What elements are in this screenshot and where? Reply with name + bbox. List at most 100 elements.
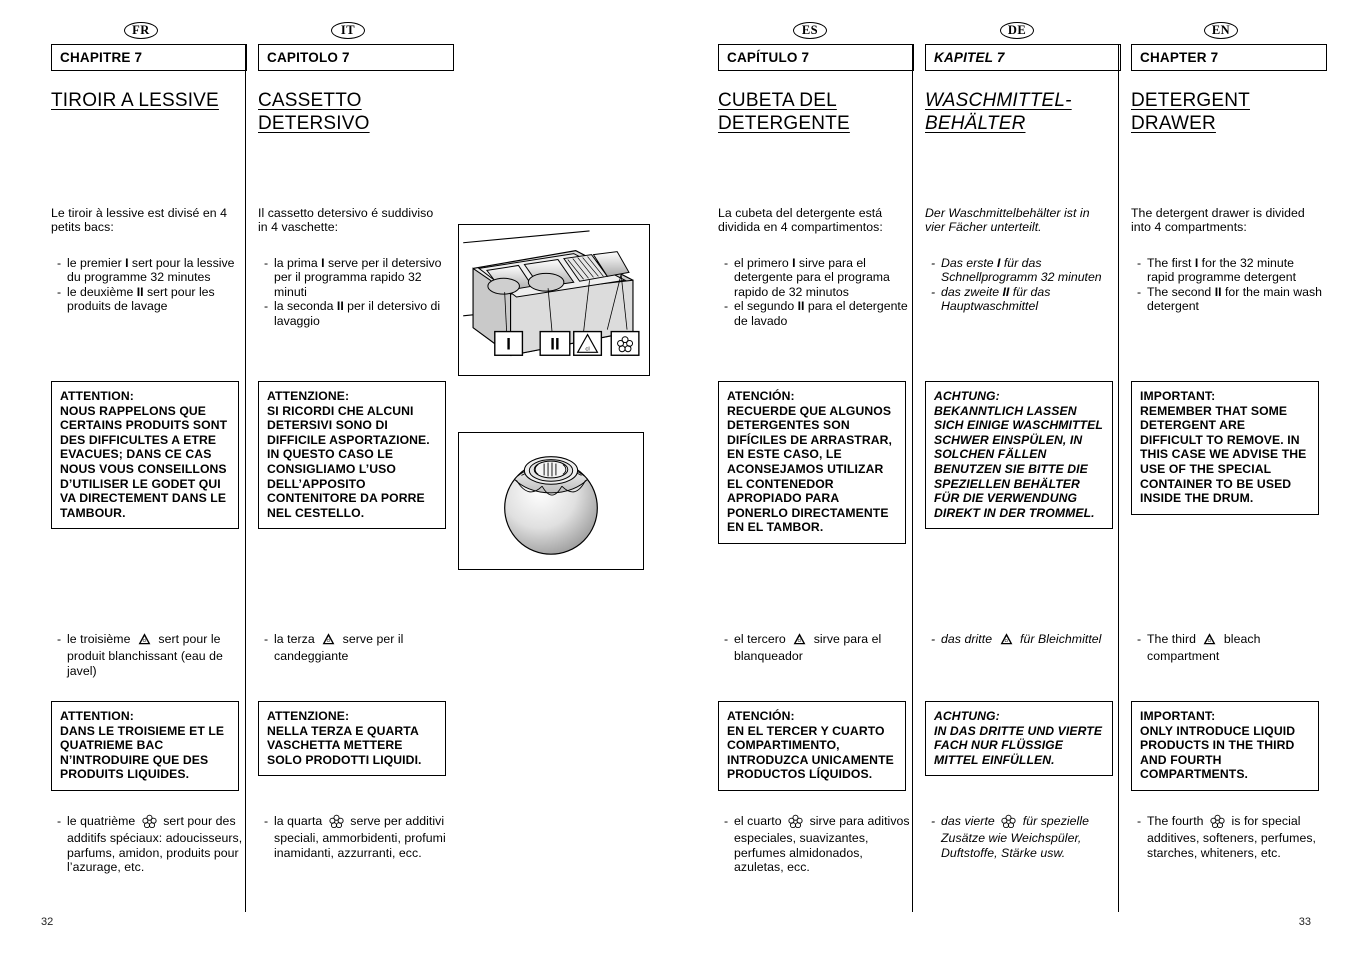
svg-text:II: II	[550, 334, 559, 353]
chapter-heading-it: CAPITOLO 7	[258, 44, 454, 71]
bullet-text: das dritte cl für Bleichmittel	[941, 632, 1117, 649]
list-item: - The third cl bleach compartment	[1131, 632, 1323, 664]
bullet-dash: -	[57, 632, 62, 646]
warning-title: IMPORTANT:	[1140, 709, 1216, 723]
language-column-de: KAPITEL 7 WASCHMITTEL-BEHÄLTER Der Wasch…	[912, 44, 1121, 912]
warning-body: IN DAS DRITTE UND VIERTE FACH NUR FLÜSSI…	[934, 723, 1103, 767]
language-column-en: CHAPTER 7 DETERGENT DRAWER The detergent…	[1118, 44, 1327, 912]
bullet-dash: -	[1137, 256, 1142, 270]
flower-icon	[142, 814, 157, 831]
intro-text-fr: Le tiroir à lessive est divisé en 4 peti…	[51, 206, 228, 235]
third-compartment-text-it: - la terza cl serve per il candeggiante	[258, 632, 450, 664]
list-item: - The first I for the 32 minute rapid pr…	[1131, 256, 1323, 285]
bullet-dash: -	[724, 814, 729, 828]
bullet-text: le quatrième sert pour des additifs spéc…	[67, 814, 243, 875]
bullet-dash: -	[264, 632, 269, 646]
manual-spread-page: FR IT ES DE EN CHAPITRE 7 TIROIR A LESSI…	[0, 0, 1351, 954]
bullet-dash: -	[724, 299, 729, 314]
page-number-right: 33	[1298, 916, 1311, 928]
flower-icon	[788, 814, 803, 831]
list-item: - el cuarto sirve para aditivos especial…	[718, 814, 910, 875]
bullet-dash: -	[931, 256, 936, 270]
third-compartment-text-fr: - le troisième cl sert pour le produit b…	[51, 632, 243, 678]
section-title-de: WASCHMITTEL-BEHÄLTER	[925, 90, 1072, 134]
bullet-list-fr: - le premier I sert pour la lessive du p…	[51, 256, 243, 314]
chapter-heading-de: KAPITEL 7	[925, 44, 1121, 71]
bleach-triangle-icon: cl	[792, 632, 807, 649]
third-compartment-text-es: - el tercero cl sirve para el blanqueado…	[718, 632, 910, 664]
bullet-text: das zweite II für das Hauptwaschmittel	[941, 284, 1051, 314]
bullet-text: el primero I sirve para el detergente pa…	[734, 256, 890, 299]
warning-title: ACHTUNG:	[934, 389, 1000, 403]
warning-box-1-de: ACHTUNG: BEKANNTLICH LASSEN SICH EINIGE …	[925, 381, 1113, 530]
svg-text:cl: cl	[798, 638, 802, 644]
bullet-text: The second II for the main wash detergen…	[1147, 284, 1323, 314]
warning-body: NOUS RAPPELONS QUE CERTAINS PRODUITS SON…	[60, 403, 228, 520]
warning-title: ATENCIÓN:	[727, 389, 795, 403]
bleach-triangle-icon: cl	[1202, 632, 1217, 649]
list-item: - das zweite II für das Hauptwaschmittel	[925, 285, 1117, 314]
bullet-dash: -	[1137, 284, 1142, 299]
bullet-text: la terza cl serve per il candeggiante	[274, 632, 404, 664]
bullet-text: el segundo II para el detergente de lava…	[734, 299, 908, 328]
intro-text-de: Der Waschmittelbehälter ist in vier Fäch…	[925, 206, 1090, 235]
flag-badge-es: ES	[793, 22, 827, 39]
bullet-list-de: - Das erste I für das Schnellprogramm 32…	[925, 256, 1117, 314]
flower-icon	[1001, 814, 1016, 831]
detergent-dispenser-ball-illustration	[458, 432, 644, 570]
list-item: - le premier I sert pour la lessive du p…	[51, 256, 243, 285]
bullet-text: el tercero cl sirve para el blanqueador	[734, 632, 882, 664]
warning-box-2-de: ACHTUNG: IN DAS DRITTE UND VIERTE FACH N…	[925, 701, 1113, 777]
svg-text:cl: cl	[143, 638, 147, 644]
list-item: - le quatrième sert pour des additifs sp…	[51, 814, 243, 875]
bullet-dash: -	[931, 814, 936, 828]
svg-text:cl: cl	[1208, 638, 1212, 644]
bullet-text: la quarta serve per additivi speciali, a…	[274, 814, 446, 860]
bullet-text: la seconda II per il detersivo di lavagg…	[274, 299, 441, 328]
bullet-text: le troisième cl sert pour le produit bla…	[67, 632, 223, 678]
warning-body: DANS LE TROISIEME ET LE QUATRIEME BAC N’…	[60, 723, 225, 782]
list-item: - la seconda II per il detersivo di lava…	[258, 299, 450, 328]
language-column-fr: CHAPITRE 7 TIROIR A LESSIVE Le tiroir à …	[51, 44, 247, 912]
warning-body: BEKANNTLICH LASSEN SICH EINIGE WASCHMITT…	[934, 403, 1103, 520]
warning-body: NELLA TERZA E QUARTA VASCHETTA METTERE S…	[267, 723, 422, 767]
svg-text:cl: cl	[327, 638, 331, 644]
bullet-dash: -	[264, 256, 269, 270]
bullet-text: la prima I serve per il detersivo per il…	[274, 256, 442, 299]
list-item: - The fourth is for special additives, s…	[1131, 814, 1323, 860]
flag-badge-it: IT	[331, 22, 365, 39]
intro-text-es: La cubeta del detergente está dividida e…	[718, 206, 883, 235]
fourth-compartment-text-en: - The fourth is for special additives, s…	[1131, 814, 1323, 860]
illustration-column: I II cl	[458, 44, 654, 912]
list-item: - das dritte cl für Bleichmittel	[925, 632, 1117, 649]
svg-text:cl: cl	[585, 346, 589, 352]
fourth-compartment-text-fr: - le quatrième sert pour des additifs sp…	[51, 814, 243, 875]
intro-text-en: The detergent drawer is divided into 4 c…	[1131, 206, 1305, 235]
flag-badge-en: EN	[1204, 22, 1238, 39]
bullet-text: le premier I sert pour la lessive du pro…	[67, 256, 235, 285]
bullet-dash: -	[57, 284, 62, 299]
bullet-text: The fourth is for special additives, sof…	[1147, 814, 1317, 860]
svg-text:I: I	[506, 334, 511, 353]
section-title-es: CUBETA DEL DETERGENTE	[718, 90, 850, 134]
bullet-dash: -	[57, 814, 62, 828]
bullet-dash: -	[724, 256, 729, 270]
bleach-triangle-icon: cl	[999, 632, 1014, 649]
warning-box-2-fr: ATTENTION: DANS LE TROISIEME ET LE QUATR…	[51, 701, 239, 791]
warning-title: IMPORTANT:	[1140, 389, 1216, 403]
section-title-en: DETERGENT DRAWER	[1131, 90, 1250, 134]
bullet-text: el cuarto sirve para aditivos especiales…	[734, 814, 910, 875]
flag-badge-de: DE	[1000, 22, 1034, 39]
warning-box-2-en: IMPORTANT: ONLY INTRODUCE LIQUID PRODUCT…	[1131, 701, 1319, 791]
bullet-dash: -	[724, 632, 729, 646]
list-item: - la prima I serve per il detersivo per …	[258, 256, 450, 299]
intro-text-it: Il cassetto detersivo é suddiviso in 4 v…	[258, 206, 434, 235]
warning-body: RECUERDE QUE ALGUNOS DETERGENTES SON DIF…	[727, 403, 893, 535]
warning-body: SI RICORDI CHE ALCUNI DETERSIVI SONO DI …	[267, 403, 430, 520]
warning-box-2-it: ATTENZIONE: NELLA TERZA E QUARTA VASCHET…	[258, 701, 446, 777]
fourth-compartment-text-it: - la quarta serve per additivi speciali,…	[258, 814, 450, 860]
chapter-heading-en: CHAPTER 7	[1131, 44, 1327, 71]
list-item: - le deuxième II sert pour les produits …	[51, 285, 243, 314]
fourth-compartment-text-de: - das vierte für spezielle Zusätze wie W…	[925, 814, 1117, 860]
warning-body: EN EL TERCER Y CUARTO COMPARTIMENTO, INT…	[727, 723, 894, 782]
